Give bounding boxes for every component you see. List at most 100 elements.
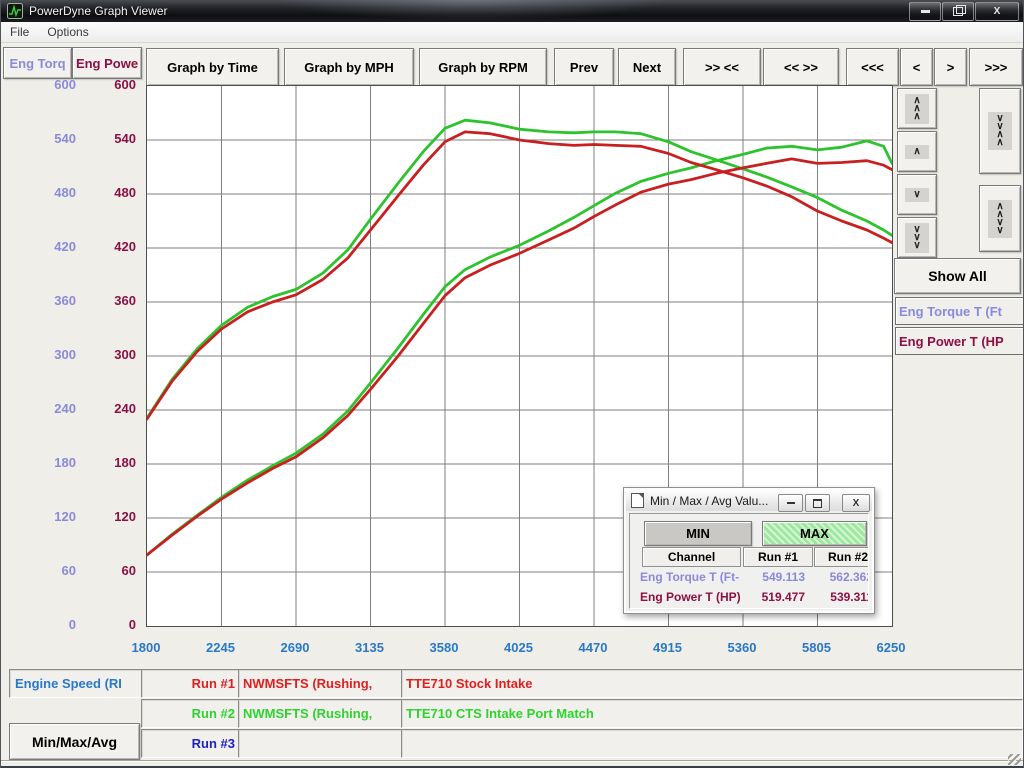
y-tick-torque: 540 xyxy=(1,131,76,147)
y-tick-power: 0 xyxy=(81,617,136,633)
menu-options[interactable]: Options xyxy=(38,23,97,41)
run3-dyno-field[interactable] xyxy=(238,729,402,758)
x-tick-rpm: 2245 xyxy=(184,640,258,656)
minmax-row-channel: Eng Power T (HP) xyxy=(640,590,755,605)
minmax-restore-button[interactable] xyxy=(805,494,830,512)
chevron-diverge-icon: ∧∧∨∨ xyxy=(988,200,1012,238)
pan-right-fast-button[interactable]: >>> xyxy=(969,48,1023,86)
restore-icon xyxy=(953,7,963,16)
run1-dyno-field[interactable]: NWMSFTS (Rushing, xyxy=(238,669,402,698)
zoom-out-x-button[interactable]: << >> xyxy=(763,48,839,86)
run1-description-field[interactable]: TTE710 Stock Intake xyxy=(401,669,1023,698)
x-tick-rpm: 5805 xyxy=(780,640,854,656)
legend-torque-channel[interactable]: Eng Torque T (Ft xyxy=(895,297,1024,325)
y-tick-power: 120 xyxy=(81,509,136,525)
maximize-button[interactable] xyxy=(942,2,974,21)
column-header-channel: Channel xyxy=(642,547,741,567)
pan-left-fast-button[interactable]: <<< xyxy=(846,48,899,86)
minimize-button[interactable] xyxy=(909,2,941,21)
minmax-row-run1-value: 519.477 xyxy=(743,590,805,605)
run3-label: Run #3 xyxy=(141,729,243,758)
minmax-row-run1-value: 549.113 xyxy=(743,570,805,585)
x-tick-rpm: 6250 xyxy=(854,640,928,656)
powerdyne-window: PowerDyne Graph Viewer X File Options En… xyxy=(0,0,1024,768)
scroll-down-fast-button[interactable]: ∨∨∨ xyxy=(897,217,937,258)
y-tick-torque: 0 xyxy=(1,617,76,633)
x-tick-rpm: 4470 xyxy=(556,640,630,656)
x-tick-rpm: 3135 xyxy=(333,640,407,656)
compress-scale-button[interactable]: ∨∨∧∧ xyxy=(979,88,1021,174)
y-tick-power: 540 xyxy=(81,131,136,147)
y-tick-torque: 480 xyxy=(1,185,76,201)
graph-by-time-button[interactable]: Graph by Time xyxy=(146,48,279,86)
pan-left-button[interactable]: < xyxy=(900,48,933,86)
channel-button-power[interactable]: Eng Powe xyxy=(72,47,142,79)
y-tick-power: 240 xyxy=(81,401,136,417)
minmax-row-run2-value: 562.362 xyxy=(811,570,869,585)
minimize-icon xyxy=(921,10,930,13)
minmaxavg-button[interactable]: Min/Max/Avg xyxy=(9,723,140,760)
column-header-run2: Run #2 xyxy=(814,547,869,567)
x-channel-label[interactable]: Engine Speed (RI xyxy=(9,669,146,698)
chevron-up-triple-icon: ∧∧∧ xyxy=(905,94,929,124)
y-tick-torque: 600 xyxy=(1,77,76,93)
y-tick-power: 60 xyxy=(81,563,136,579)
scroll-down-button[interactable]: ∨ xyxy=(897,174,937,215)
menu-file[interactable]: File xyxy=(1,23,38,41)
y-tick-power: 600 xyxy=(81,77,136,93)
zoom-in-x-button[interactable]: >> << xyxy=(683,48,761,86)
run2-dyno-field[interactable]: NWMSFTS (Rushing, xyxy=(238,699,402,728)
status-bar xyxy=(1,760,1023,761)
max-toggle-button[interactable]: MAX xyxy=(762,521,867,546)
minmax-row-run2-value: 539.311 xyxy=(811,590,869,605)
titlebar-gloss xyxy=(261,0,681,22)
x-tick-rpm: 5360 xyxy=(705,640,779,656)
minmax-panel: MIN MAX Channel Run #1 Run #2 Eng Torque… xyxy=(629,513,869,609)
minmax-minimize-button[interactable] xyxy=(778,494,803,512)
y-tick-power: 480 xyxy=(81,185,136,201)
x-tick-rpm: 1800 xyxy=(109,640,183,656)
expand-scale-button[interactable]: ∧∧∨∨ xyxy=(979,185,1021,252)
y-tick-torque: 120 xyxy=(1,509,76,525)
minmax-titlebar[interactable]: Min / Max / Avg Valu... X xyxy=(626,490,872,511)
close-icon: X xyxy=(853,498,860,509)
minimize-icon xyxy=(787,502,795,504)
menu-bar: File Options xyxy=(1,22,1023,43)
channel-button-torque[interactable]: Eng Torq xyxy=(3,47,72,79)
run1-label: Run #1 xyxy=(141,669,243,698)
minmax-row-channel: Eng Torque T (Ft- xyxy=(640,570,745,585)
run3-description-field[interactable] xyxy=(401,729,1023,758)
resize-grip[interactable] xyxy=(1008,754,1021,765)
run2-description-field[interactable]: TTE710 CTS Intake Port Match xyxy=(401,699,1023,728)
min-toggle-button[interactable]: MIN xyxy=(644,521,752,546)
minmax-close-button[interactable]: X xyxy=(842,494,870,512)
y-tick-torque: 60 xyxy=(1,563,76,579)
y-tick-torque: 360 xyxy=(1,293,76,309)
pan-right-button[interactable]: > xyxy=(934,48,967,86)
legend-power-channel[interactable]: Eng Power T (HP xyxy=(895,327,1024,355)
title-bar[interactable]: PowerDyne Graph Viewer X xyxy=(1,0,1023,22)
next-button[interactable]: Next xyxy=(618,48,676,86)
close-button[interactable]: X xyxy=(975,2,1019,21)
y-tick-power: 300 xyxy=(81,347,136,363)
chevron-down-icon: ∨ xyxy=(905,188,929,202)
y-tick-power: 180 xyxy=(81,455,136,471)
y-tick-torque: 240 xyxy=(1,401,76,417)
chevron-up-icon: ∧ xyxy=(905,145,929,159)
y-tick-torque: 180 xyxy=(1,455,76,471)
y-tick-torque: 420 xyxy=(1,239,76,255)
minmax-window-title: Min / Max / Avg Valu... xyxy=(650,494,768,508)
minmax-window[interactable]: Min / Max / Avg Valu... X MIN MAX Channe… xyxy=(623,487,875,614)
graph-by-rpm-button[interactable]: Graph by RPM xyxy=(419,48,547,86)
scroll-up-fast-button[interactable]: ∧∧∧ xyxy=(897,88,937,129)
graph-by-mph-button[interactable]: Graph by MPH xyxy=(284,48,414,86)
y-tick-power: 420 xyxy=(81,239,136,255)
restore-icon xyxy=(813,499,822,508)
prev-button[interactable]: Prev xyxy=(554,48,614,86)
show-all-button[interactable]: Show All xyxy=(894,258,1021,294)
scroll-up-button[interactable]: ∧ xyxy=(897,131,937,172)
document-icon xyxy=(631,493,644,508)
y-tick-torque: 300 xyxy=(1,347,76,363)
x-tick-rpm: 2690 xyxy=(258,640,332,656)
app-icon xyxy=(7,3,23,19)
